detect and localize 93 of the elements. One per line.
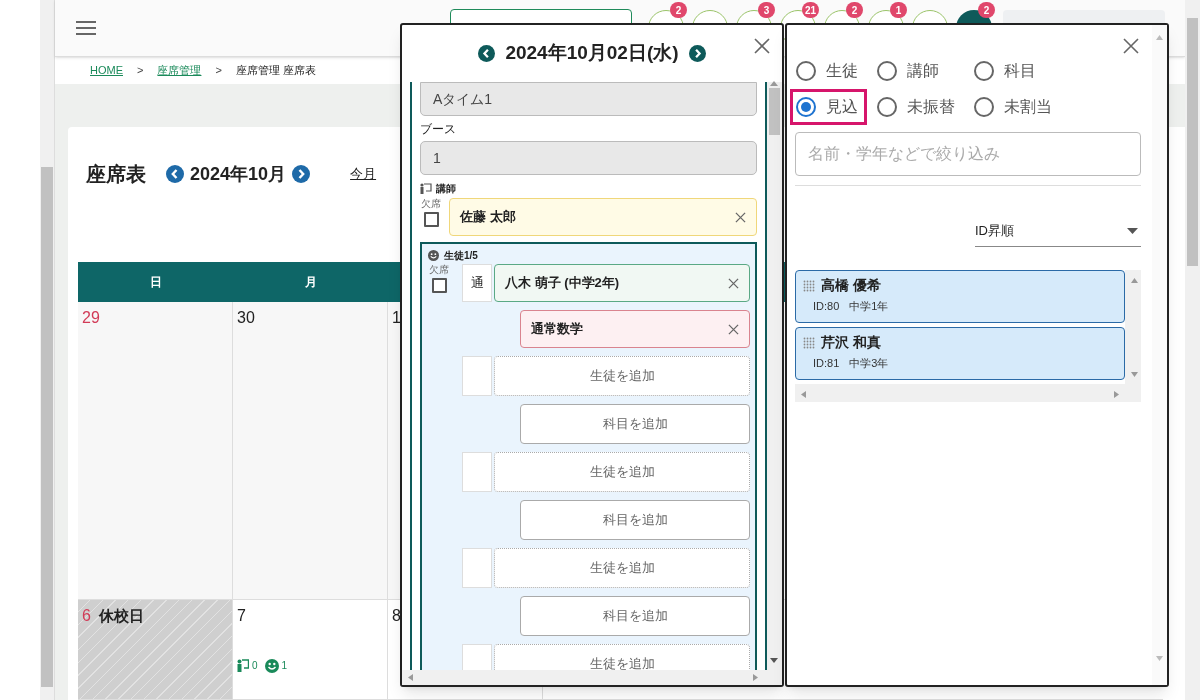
scrollbar-thumb[interactable] <box>769 88 780 135</box>
count-badge: 2 <box>670 2 687 18</box>
teacher-card[interactable]: 佐藤 太郎 <box>449 198 757 236</box>
absent-checkbox[interactable] <box>431 278 447 293</box>
scrollbar[interactable] <box>767 82 782 670</box>
search-field[interactable]: 名前・学年などで絞り込み <box>795 132 1141 176</box>
remove-icon[interactable] <box>735 211 746 223</box>
day-number: 7 <box>237 606 246 626</box>
breadcrumb-separator: > <box>137 63 144 79</box>
next-icon[interactable] <box>688 45 706 62</box>
add-subject-button[interactable]: 科目を追加 <box>520 404 750 444</box>
calendar-cell[interactable]: 30 <box>233 302 388 599</box>
absent-label: 欠席 <box>421 198 441 210</box>
day-number: 29 <box>82 308 100 328</box>
smiley-icon <box>264 658 279 673</box>
time-slot-field: Aタイム1 <box>420 82 757 116</box>
add-student-button[interactable]: 生徒を追加 <box>494 548 750 588</box>
student-id: ID:81 <box>813 356 840 371</box>
teacher-icon <box>420 183 432 194</box>
student-grade: 中学1年 <box>849 299 889 314</box>
count-badge: 21 <box>802 2 820 18</box>
drag-handle-icon[interactable] <box>803 336 815 349</box>
teacher-count: 0 <box>252 659 258 673</box>
close-icon[interactable] <box>754 38 770 54</box>
scrollbar[interactable] <box>40 0 54 700</box>
type-field[interactable]: 通 <box>462 264 492 302</box>
radio-option[interactable]: 生徒 <box>790 53 867 89</box>
count-badge: 2 <box>846 2 863 18</box>
day-number: 30 <box>237 308 255 328</box>
scrollbar[interactable] <box>1185 0 1200 700</box>
menu-icon[interactable] <box>76 20 96 36</box>
drag-handle-icon[interactable] <box>803 279 815 292</box>
previous-icon[interactable] <box>478 45 496 62</box>
scroll-arrow-icon[interactable] <box>770 80 778 86</box>
caret-icon <box>1127 227 1138 234</box>
sort-dropdown[interactable]: ID昇順 <box>975 215 1141 247</box>
radio-option[interactable]: 未割当 <box>968 89 1061 125</box>
add-student-button[interactable]: 生徒を追加 <box>494 644 750 670</box>
closed-day-cell[interactable]: 6 休校日 <box>78 600 233 699</box>
smiley-icon <box>428 250 439 261</box>
student-result-card[interactable]: 芹沢 和真 ID:81 中学3年 <box>795 327 1125 380</box>
radio-option[interactable]: 未振替 <box>871 89 964 125</box>
page-title: 座席表 <box>86 162 146 187</box>
student-grade: 中学3年 <box>849 356 889 371</box>
this-month-link[interactable]: 今月 <box>350 164 377 184</box>
weekday-header: 日 <box>149 274 162 291</box>
weekday-header: 月 <box>304 274 317 291</box>
scroll-arrow-icon[interactable] <box>770 658 778 664</box>
add-subject-button[interactable]: 科目を追加 <box>520 500 750 540</box>
close-icon[interactable] <box>1123 38 1139 54</box>
absent-checkbox[interactable] <box>423 212 439 227</box>
month-label: 2024年10月 <box>190 162 287 186</box>
add-subject-button[interactable]: 科目を追加 <box>520 596 750 636</box>
section-label: 生徒1/5 <box>444 249 478 263</box>
breadcrumb-link[interactable]: HOME <box>90 62 123 79</box>
type-field[interactable] <box>462 356 492 396</box>
scrollbar-thumb[interactable] <box>1187 18 1198 266</box>
calendar-cell[interactable]: 29 <box>78 302 233 599</box>
day-number: 8 <box>392 606 401 626</box>
scrollbar-thumb[interactable] <box>41 167 53 687</box>
type-field[interactable] <box>462 452 492 492</box>
add-student-button[interactable]: 生徒を追加 <box>494 356 750 396</box>
student-card[interactable]: 八木 萌子 (中学2年) <box>494 264 750 302</box>
remove-icon[interactable] <box>728 277 739 289</box>
day-number: 6 <box>82 606 91 626</box>
count-badge: 1 <box>890 2 907 18</box>
next-icon[interactable] <box>292 165 311 183</box>
student-count: 1 <box>281 659 288 673</box>
subject-card[interactable]: 通常数学 <box>520 310 750 348</box>
previous-icon[interactable] <box>166 165 184 183</box>
booth-field: 1 <box>420 141 757 175</box>
breadcrumb-link[interactable]: 座席管理 <box>157 62 202 79</box>
count-badge: 3 <box>758 2 775 18</box>
day-number: 1 <box>392 308 401 328</box>
student-result-card[interactable]: 高橋 優希 ID:80 中学1年 <box>795 270 1125 323</box>
student-id: ID:80 <box>813 299 840 314</box>
absent-label: 欠席 <box>429 264 449 276</box>
radio-option[interactable]: 講師 <box>871 53 964 89</box>
breadcrumb-separator: > <box>215 63 222 79</box>
closed-label: 休校日 <box>98 605 144 626</box>
student-name: 芹沢 和真 <box>821 333 881 352</box>
radio-option[interactable]: 見込 <box>790 89 867 125</box>
count-badge: 2 <box>978 2 995 18</box>
type-field[interactable] <box>462 548 492 588</box>
breadcrumb-current: 座席管理 座席表 <box>235 63 316 79</box>
field-label: ブース <box>420 121 457 138</box>
remove-icon[interactable] <box>728 323 739 335</box>
date-title: 2024年10月02日(水) <box>505 41 679 66</box>
add-student-button[interactable]: 生徒を追加 <box>494 452 750 492</box>
teacher-icon <box>237 659 249 672</box>
radio-option[interactable]: 科目 <box>968 53 1061 89</box>
student-name: 高橋 優希 <box>821 276 881 295</box>
section-label: 講師 <box>436 182 456 196</box>
